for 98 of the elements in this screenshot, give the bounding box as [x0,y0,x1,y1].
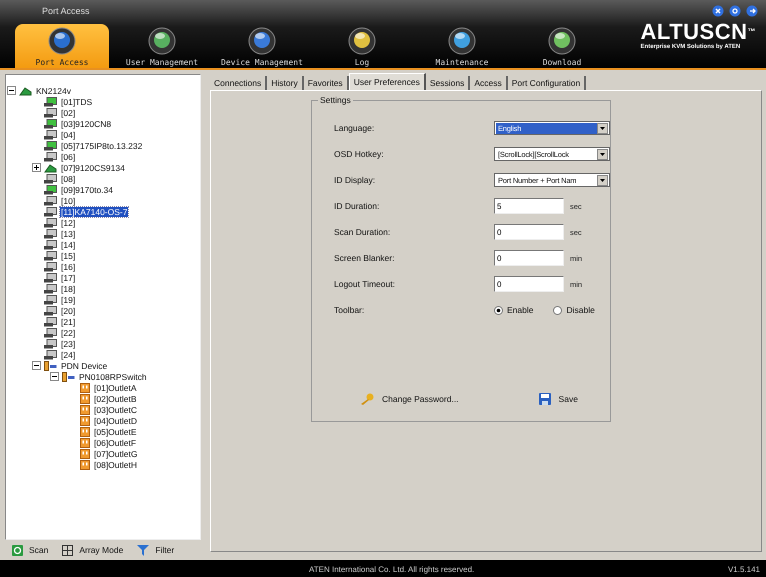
field-label: Logout Timeout: [334,279,396,289]
tree-item[interactable]: [20] [60,306,76,316]
orb-icon [448,27,476,55]
tree-item[interactable]: [19] [60,294,76,304]
tree-item[interactable]: [03]9120CN8 [60,118,112,128]
caret-icon [600,178,605,182]
outlet-icon [80,394,90,404]
tree-item[interactable]: [07]9120CS9134 [60,162,126,172]
group-legend: Settings [318,95,353,105]
toolbar-button[interactable]: Scan [12,544,48,556]
collapse-icon[interactable] [50,372,59,381]
nav-tab[interactable]: Maintenance [415,24,509,68]
nav-tab[interactable]: Download [515,24,609,68]
tree-item[interactable]: [02] [60,108,76,118]
field-label: Screen Blanker: [334,253,396,263]
field-label: ID Duration: [334,201,380,211]
outlet-icon [80,416,90,426]
tree-item[interactable]: [22] [60,328,76,338]
power-strip-icon [44,360,57,370]
tree-item[interactable]: [01]OutletA [93,382,138,392]
logo: ALTUSCN™ [640,20,756,44]
nav-tab[interactable]: User Management [115,24,209,68]
tree-item[interactable]: [03]OutletC [93,404,138,414]
input-field[interactable]: 0 [494,250,564,266]
tree-item[interactable]: [09]9170to.34 [60,184,114,194]
tree-item[interactable]: [06]OutletF [93,438,138,448]
tree-item[interactable]: [05]OutletE [93,426,138,436]
nav-tab[interactable]: Device Management [215,24,309,68]
action-button[interactable]: Save [538,393,578,405]
field-label: Scan Duration: [334,227,392,237]
grid-icon [62,544,74,556]
collapse-icon[interactable] [32,361,41,370]
tree-item[interactable]: [15] [60,250,76,260]
input-field[interactable]: 0 [494,276,564,292]
field-label: ID Display: [334,175,376,185]
tab[interactable]: User Preferences [348,73,426,90]
toolbar-button[interactable]: Filter [137,544,174,556]
tree-item[interactable]: [08] [60,174,76,184]
tree-item[interactable]: [07]OutletG [93,448,138,458]
tree-item[interactable]: [04] [60,130,76,140]
orb-icon [348,27,376,55]
tree-item[interactable]: [18] [60,284,76,294]
tree-item[interactable]: [05]7175IP8to.13.232 [60,140,144,150]
filter-icon [137,544,150,556]
outlet-icon [80,426,90,436]
tree-item[interactable]: [08]OutletH [93,460,138,470]
outlet-icon [80,460,90,470]
tree-item[interactable]: PDN Device [60,360,108,370]
tree-item[interactable]: [24] [60,350,76,360]
orb-icon [548,27,576,55]
tree-item[interactable]: [13] [60,228,76,238]
caret-icon [600,126,605,130]
field-label: Language: [334,123,376,133]
tree-item[interactable]: PN0108RPSwitch [78,372,148,382]
tree-item[interactable]: [04]OutletD [93,416,138,426]
outlet-icon [80,404,90,414]
field-label: OSD Hotkey: [334,149,385,159]
power-strip-icon [62,372,75,382]
tree-item[interactable]: [17] [60,272,76,282]
orb-icon [248,27,276,55]
version-text: V1.5.141 [728,565,760,574]
key-icon [360,393,374,405]
logout-icon[interactable] [746,5,758,17]
tree-item[interactable]: KN2124v [35,86,72,96]
tree-item[interactable]: [02]OutletB [93,394,138,404]
tree-item[interactable]: [12] [60,218,76,228]
caret-icon [600,152,605,156]
expand-icon[interactable] [32,163,41,172]
radio-option[interactable]: Disable [553,305,595,315]
orb-icon [148,27,176,55]
copyright-text: ATEN International Co. Ltd. All rights reserved. [309,565,474,574]
tree-item[interactable]: [01]TDS [60,96,94,106]
tree-item[interactable]: [16] [60,262,76,272]
window-title: Port Access [42,6,90,16]
orb-icon [48,27,76,55]
outlet-icon [80,382,90,392]
outlet-icon [80,438,90,448]
tree-item[interactable]: [21] [60,316,76,326]
tree-item[interactable]: [14] [60,240,76,250]
toolbar-button[interactable]: Array Mode [62,544,124,556]
network-icon [44,162,57,172]
tree-item[interactable]: [11]KA7140-OS-7 [60,206,128,216]
tree-item[interactable]: [23] [60,338,76,348]
nav-tab[interactable]: Log [315,24,409,68]
tree-item[interactable]: [06] [60,152,76,162]
close-icon[interactable] [712,5,724,17]
outlet-icon [80,448,90,458]
radio-option[interactable]: Enable [494,305,534,315]
nav-tab[interactable]: Port Access [15,24,109,68]
field-label: Toolbar: [334,305,366,315]
tree-item[interactable]: [10] [60,196,76,206]
scan-icon [12,544,23,556]
action-button[interactable]: Change Password... [360,393,459,405]
network-icon [19,86,32,96]
input-field[interactable]: 0 [494,224,564,240]
input-field[interactable]: 5 [494,198,564,214]
help-icon[interactable] [729,5,741,17]
collapse-icon[interactable] [7,86,16,95]
